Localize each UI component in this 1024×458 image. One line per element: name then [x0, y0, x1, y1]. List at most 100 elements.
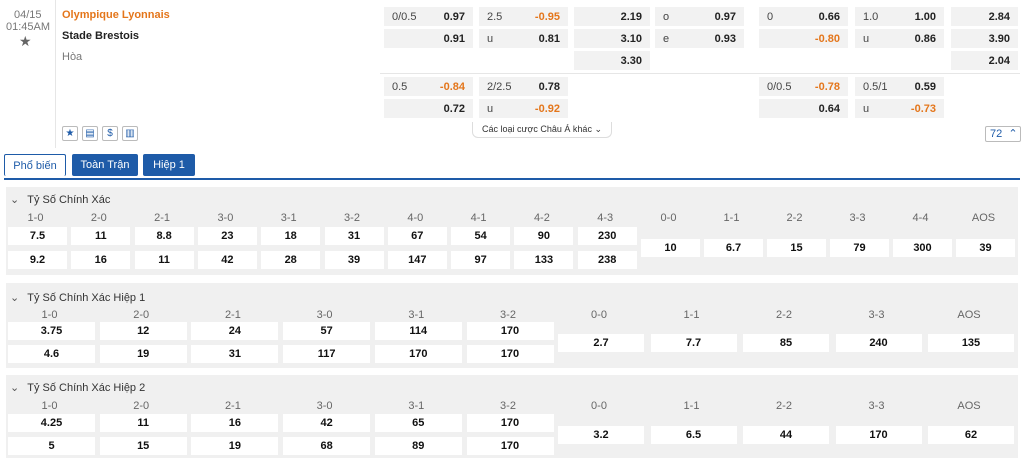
ft-1x2-draw[interactable]: 3.30	[574, 51, 650, 70]
h1-handicap-away-2[interactable]: 0.64	[759, 99, 848, 118]
score-odds-cell[interactable]: 19	[191, 437, 279, 455]
score-odds-cell[interactable]: 62	[928, 426, 1014, 444]
score-odds-cell[interactable]: 68	[283, 437, 371, 455]
ft-handicap-home-2[interactable]: 0.5 -0.84	[384, 77, 473, 96]
score-odds-cell[interactable]: 114	[374, 322, 462, 340]
ft-handicap-home[interactable]: 0/0.5 0.97	[384, 7, 473, 26]
ft-odd[interactable]: o 0.97	[655, 7, 744, 26]
ft-over-2[interactable]: 2/2.5 0.78	[479, 77, 568, 96]
score-odds-cell[interactable]: 11	[134, 251, 194, 269]
home-team-name[interactable]: Olympique Lyonnais	[62, 9, 170, 21]
h1-over[interactable]: 1.0 1.00	[855, 7, 944, 26]
more-markets-toggle[interactable]: Các loại cược Châu Á khác ⌄	[472, 122, 612, 138]
h1-under[interactable]: u 0.86	[855, 29, 944, 48]
section-header[interactable]: ⌄ Tỷ Số Chính Xác Hiệp 1	[10, 290, 145, 306]
h1-handicap-away[interactable]: -0.80	[759, 29, 848, 48]
section-header[interactable]: ⌄ Tỷ Số Chính Xác	[10, 192, 110, 208]
more-count-badge[interactable]: 72 ⌃	[985, 126, 1021, 142]
score-odds-cell[interactable]: 238	[577, 251, 637, 269]
score-odds-cell[interactable]: 42	[283, 414, 371, 432]
ft-under-2[interactable]: u -0.92	[479, 99, 568, 118]
score-odds-cell[interactable]: 97	[451, 251, 511, 269]
score-odds-cell[interactable]: 11	[71, 227, 131, 245]
score-odds-cell[interactable]: 230	[577, 227, 637, 245]
score-odds-cell[interactable]: 42	[197, 251, 257, 269]
score-odds-cell[interactable]: 90	[514, 227, 574, 245]
score-odds-cell[interactable]: 4.25	[8, 414, 95, 432]
score-odds-cell[interactable]: 44	[743, 426, 829, 444]
score-odds-cell[interactable]: 23	[197, 227, 257, 245]
ft-1x2-away[interactable]: 3.10	[574, 29, 650, 48]
h1-1x2-draw[interactable]: 2.04	[951, 51, 1018, 70]
h1-handicap-home-2[interactable]: 0/0.5 -0.78	[759, 77, 848, 96]
score-odds-cell[interactable]: 31	[191, 345, 279, 363]
score-odds-cell[interactable]: 39	[324, 251, 384, 269]
print-icon[interactable]: ▤	[82, 126, 98, 141]
ft-over[interactable]: 2.5 -0.95	[479, 7, 568, 26]
h1-under-2[interactable]: u -0.73	[855, 99, 944, 118]
score-odds-cell[interactable]: 170	[835, 426, 922, 444]
score-odds-cell[interactable]: 7.7	[650, 334, 737, 352]
score-odds-cell[interactable]: 240	[835, 334, 922, 352]
ft-even[interactable]: e 0.93	[655, 29, 744, 48]
score-odds-cell[interactable]: 18	[261, 227, 321, 245]
score-odds-cell[interactable]: 79	[830, 239, 889, 257]
tab-first-half[interactable]: Hiệp 1	[143, 154, 195, 176]
score-odds-cell[interactable]: 9.2	[8, 251, 67, 269]
h1-over-2[interactable]: 0.5/1 0.59	[855, 77, 944, 96]
score-odds-cell[interactable]: 31	[324, 227, 384, 245]
score-odds-cell[interactable]: 65	[374, 414, 462, 432]
ft-under[interactable]: u 0.81	[479, 29, 568, 48]
score-odds-cell[interactable]: 54	[451, 227, 511, 245]
score-odds-cell[interactable]: 147	[387, 251, 447, 269]
dollar-icon[interactable]: $	[102, 126, 118, 141]
score-odds-cell[interactable]: 19	[99, 345, 187, 363]
score-odds-cell[interactable]: 6.7	[704, 239, 763, 257]
score-odds-cell[interactable]: 117	[283, 345, 371, 363]
score-odds-cell[interactable]: 5	[8, 437, 95, 455]
ft-1x2-home[interactable]: 2.19	[574, 7, 650, 26]
tab-full-match[interactable]: Toàn Trận	[72, 154, 138, 176]
score-odds-cell[interactable]: 15	[767, 239, 826, 257]
score-odds-cell[interactable]: 2.7	[558, 334, 644, 352]
h1-handicap-home[interactable]: 0 0.66	[759, 7, 848, 26]
score-odds-cell[interactable]: 89	[374, 437, 462, 455]
score-odds-cell[interactable]: 57	[283, 322, 371, 340]
score-odds-cell[interactable]: 16	[191, 414, 279, 432]
favorite-star-icon[interactable]: ★	[19, 33, 32, 50]
score-odds-cell[interactable]: 135	[928, 334, 1014, 352]
ft-handicap-away-2[interactable]: 0.72	[384, 99, 473, 118]
score-odds-cell[interactable]: 4.6	[8, 345, 95, 363]
star-icon[interactable]: ★	[62, 126, 78, 141]
score-odds-cell[interactable]: 85	[743, 334, 829, 352]
score-odds-cell[interactable]: 28	[261, 251, 321, 269]
score-odds-cell[interactable]: 3.75	[8, 322, 95, 340]
score-odds-cell[interactable]: 39	[956, 239, 1015, 257]
ft-handicap-away[interactable]: 0.91	[384, 29, 473, 48]
score-odds-cell[interactable]: 12	[99, 322, 187, 340]
h1-1x2-away[interactable]: 3.90	[951, 29, 1018, 48]
score-odds-cell[interactable]: 6.5	[650, 426, 737, 444]
score-odds-cell[interactable]: 15	[99, 437, 187, 455]
score-odds-cell[interactable]: 8.8	[134, 227, 194, 245]
score-odds-cell[interactable]: 170	[466, 437, 554, 455]
score-odds-cell[interactable]: 3.2	[558, 426, 644, 444]
tab-popular[interactable]: Phổ biến	[4, 154, 66, 176]
score-odds-cell[interactable]: 170	[466, 414, 554, 432]
away-team-name[interactable]: Stade Brestois	[62, 30, 139, 42]
score-odds-cell[interactable]: 170	[374, 345, 462, 363]
score-odds-cell[interactable]: 67	[387, 227, 447, 245]
h1-1x2-home[interactable]: 2.84	[951, 7, 1018, 26]
score-odds-cell[interactable]: 11	[99, 414, 187, 432]
score-odds-cell[interactable]: 170	[466, 322, 554, 340]
score-odds-cell[interactable]: 24	[191, 322, 279, 340]
score-label: 4-0	[407, 212, 424, 224]
score-odds-cell[interactable]: 300	[893, 239, 952, 257]
section-header[interactable]: ⌄ Tỷ Số Chính Xác Hiệp 2	[10, 380, 145, 396]
chart-icon[interactable]: ▥	[122, 126, 138, 141]
score-odds-cell[interactable]: 10	[641, 239, 700, 257]
score-odds-cell[interactable]: 170	[466, 345, 554, 363]
score-odds-cell[interactable]: 16	[71, 251, 131, 269]
score-odds-cell[interactable]: 7.5	[8, 227, 67, 245]
score-odds-cell[interactable]: 133	[514, 251, 574, 269]
